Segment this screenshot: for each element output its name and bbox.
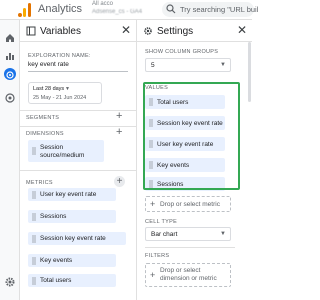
metric-chip[interactable]: Sessions <box>28 210 116 223</box>
show-column-groups-label: SHOW COLUMN GROUPS <box>145 49 219 55</box>
metric-label: Session key event rate <box>40 235 106 242</box>
dimension-chip-session-source-medium[interactable]: Session source/medium <box>28 140 104 162</box>
settings-title: Settings <box>157 26 194 37</box>
metric-label: Key events <box>40 257 73 264</box>
search-input[interactable]: Try searching "URL buil <box>162 2 258 17</box>
collapse-settings-icon[interactable]: ✕ <box>237 24 247 36</box>
account-line-2: Adsense_cs - GA4 <box>92 9 143 15</box>
metrics-label: METRICS <box>26 180 53 186</box>
drop-filter-label: Drop or select dimension or metric <box>160 267 217 282</box>
drag-handle-icon <box>32 256 36 265</box>
add-dimension-button[interactable]: + <box>116 127 122 138</box>
cell-type-select[interactable]: Bar chart ▼ <box>145 227 231 241</box>
metric-label: Sessions <box>40 213 67 220</box>
app-title: Analytics <box>38 3 83 15</box>
settings-gear-icon <box>144 27 152 35</box>
add-segment-button[interactable]: + <box>116 111 122 122</box>
cell-type-value: Bar chart <box>151 231 178 238</box>
plus-icon: + <box>150 199 156 209</box>
chevron-down-icon: ▼ <box>220 62 226 68</box>
home-icon[interactable] <box>4 32 16 44</box>
column-groups-value: 5 <box>151 62 155 69</box>
admin-gear-icon[interactable] <box>4 276 16 288</box>
search-placeholder: Try searching "URL buil <box>180 5 259 14</box>
drag-handle-icon <box>32 276 36 285</box>
drop-metric-label: Drop or select metric <box>160 201 220 208</box>
variables-header: Variables ✕ <box>20 20 136 42</box>
chevron-down-icon: ▼ <box>65 86 70 92</box>
exploration-name-label: EXPLORATION NAME: <box>28 53 91 59</box>
values-highlight-box <box>143 82 240 190</box>
date-range-picker[interactable]: Last 28 days ▼ 25 May - 21 Jun 2024 <box>28 82 102 104</box>
metric-chip[interactable]: Session key event rate <box>28 232 126 245</box>
exploration-name-input[interactable]: key event rate <box>28 61 69 68</box>
drop-metric-target[interactable]: + Drop or select metric <box>145 196 231 212</box>
variables-panel: Variables ✕ EXPLORATION NAME: key event … <box>20 20 137 300</box>
plus-icon: + <box>150 270 156 280</box>
metric-chip[interactable]: User key event rate <box>28 188 116 201</box>
drag-handle-icon <box>32 190 36 199</box>
account-selector[interactable]: All acco Adsense_cs - GA4 <box>92 0 142 16</box>
metric-label: Total users <box>40 277 72 284</box>
search-icon <box>166 4 176 14</box>
chevron-down-icon: ▼ <box>220 231 226 237</box>
analytics-logo-icon[interactable] <box>18 3 32 17</box>
top-bar: Analytics All acco Adsense_cs - GA4 Try … <box>0 0 258 20</box>
dimensions-label: DIMENSIONS <box>26 131 64 137</box>
metric-chip[interactable]: Key events <box>28 254 116 267</box>
reports-icon[interactable] <box>4 50 16 62</box>
advertising-icon[interactable] <box>4 92 16 104</box>
variables-title: Variables <box>40 26 81 37</box>
account-line-1: All acco <box>92 1 114 7</box>
variables-panel-icon <box>26 26 36 36</box>
settings-header: Settings ✕ <box>137 20 252 42</box>
filters-label: FILTERS <box>145 253 170 259</box>
drop-filter-target[interactable]: + Drop or select dimension or metric <box>145 263 231 287</box>
drag-handle-icon <box>32 147 36 155</box>
drag-handle-icon <box>32 234 36 243</box>
column-groups-select[interactable]: 5 ▼ <box>145 58 231 72</box>
drag-handle-icon <box>32 212 36 221</box>
collapse-variables-icon[interactable]: ✕ <box>121 24 131 36</box>
date-range: 25 May - 21 Jun 2024 <box>33 95 87 101</box>
settings-scrollbar[interactable] <box>248 42 251 102</box>
explore-icon[interactable] <box>4 68 16 80</box>
dimension-label: Session source/medium <box>40 144 85 159</box>
metric-label: User key event rate <box>40 191 97 198</box>
date-preset: Last 28 days <box>33 86 65 92</box>
left-nav-rail <box>0 20 20 300</box>
segments-label: SEGMENTS <box>26 115 60 121</box>
metric-chip[interactable]: Total users <box>28 274 116 287</box>
cell-type-label: CELL TYPE <box>145 219 178 225</box>
add-metric-button[interactable]: + <box>114 176 125 187</box>
